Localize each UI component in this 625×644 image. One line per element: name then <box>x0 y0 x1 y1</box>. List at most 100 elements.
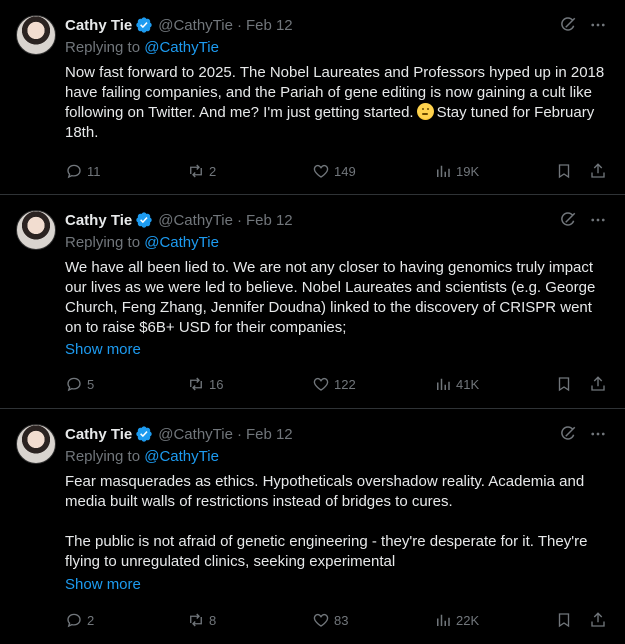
tweet-header: Cathy Tie @CathyTie · Feb 12 <box>65 424 293 444</box>
reply-button[interactable]: 5 <box>65 375 94 393</box>
more-options-icon[interactable] <box>589 211 607 229</box>
reply-button[interactable]: 2 <box>65 611 94 629</box>
share-button[interactable] <box>589 375 607 393</box>
avatar[interactable] <box>16 210 56 250</box>
tweet-top-actions <box>559 16 607 34</box>
tweet-top-actions <box>559 211 607 229</box>
reply-icon <box>67 377 81 392</box>
bookmark-button[interactable] <box>555 375 573 393</box>
share-button[interactable] <box>589 162 607 180</box>
separator: · <box>236 425 242 443</box>
heart-icon <box>313 377 329 391</box>
views-count: 19K <box>456 163 480 179</box>
grok-icon[interactable] <box>559 425 577 443</box>
more-options-icon[interactable] <box>589 425 607 443</box>
tweet[interactable]: Cathy Tie @CathyTie · Feb 12 Replying to… <box>0 195 625 409</box>
repost-icon <box>190 613 202 627</box>
tweet-actions: 11 2 149 19K <box>65 161 610 181</box>
repost-button[interactable]: 2 <box>187 162 216 180</box>
tweet[interactable]: Cathy Tie @CathyTie · Feb 12 Replying to… <box>0 0 625 195</box>
author-name[interactable]: Cathy Tie <box>65 17 132 34</box>
views-chart-icon <box>437 165 450 177</box>
reply-count: 11 <box>87 163 101 179</box>
reply-button[interactable]: 11 <box>65 162 101 180</box>
share-button[interactable] <box>589 611 607 629</box>
repost-count: 16 <box>209 376 224 392</box>
repost-count: 8 <box>209 612 217 628</box>
avatar[interactable] <box>16 424 56 464</box>
show-more-link[interactable]: Show more <box>65 576 141 593</box>
reply-count: 5 <box>87 376 95 392</box>
replying-to-link[interactable]: @CathyTie <box>144 448 219 465</box>
reply-count: 2 <box>87 612 95 628</box>
repost-icon <box>190 164 202 178</box>
replying-prefix: Replying to <box>65 234 145 251</box>
replying-prefix: Replying to <box>65 448 145 465</box>
tweet-feed: Cathy Tie @CathyTie · Feb 12 Replying to… <box>0 0 625 644</box>
grok-icon[interactable] <box>559 211 577 229</box>
show-more-link[interactable]: Show more <box>65 341 141 358</box>
replying-to: Replying to @CathyTie <box>65 448 219 465</box>
grok-icon[interactable] <box>559 16 577 34</box>
verified-badge-icon <box>136 17 152 33</box>
views-count: 41K <box>456 376 480 392</box>
repost-button[interactable]: 8 <box>187 611 216 629</box>
bookmark-button[interactable] <box>555 162 573 180</box>
replying-prefix: Replying to <box>65 39 145 56</box>
author-handle[interactable]: @CathyTie <box>158 17 233 34</box>
like-button[interactable]: 122 <box>312 375 356 393</box>
author-name[interactable]: Cathy Tie <box>65 426 132 443</box>
shushing-face-emoji-icon <box>416 103 434 120</box>
more-options-icon[interactable] <box>589 16 607 34</box>
tweet-text: Now fast forward to 2025. The Nobel Laur… <box>65 63 610 143</box>
avatar[interactable] <box>16 15 56 55</box>
tweet-date[interactable]: Feb 12 <box>246 17 293 34</box>
views-button[interactable]: 41K <box>434 375 479 393</box>
bookmark-icon <box>558 377 570 392</box>
author-name[interactable]: Cathy Tie <box>65 212 132 229</box>
author-handle[interactable]: @CathyTie <box>158 426 233 443</box>
views-button[interactable]: 22K <box>434 611 479 629</box>
like-button[interactable]: 149 <box>312 162 356 180</box>
replying-to-link[interactable]: @CathyTie <box>144 39 219 56</box>
views-button[interactable]: 19K <box>434 162 479 180</box>
tweet-actions: 5 16 122 41K <box>65 374 610 394</box>
tweet-text: We have all been lied to. We are not any… <box>65 259 596 336</box>
tweet-header: Cathy Tie @CathyTie · Feb 12 <box>65 210 293 230</box>
tweet-header: Cathy Tie @CathyTie · Feb 12 <box>65 15 293 35</box>
bookmark-button[interactable] <box>555 611 573 629</box>
share-icon <box>591 376 605 391</box>
like-button[interactable]: 83 <box>312 611 348 629</box>
separator: · <box>236 16 242 34</box>
tweet-date[interactable]: Feb 12 <box>246 212 293 229</box>
tweet-top-actions <box>559 425 607 443</box>
share-icon <box>591 612 605 627</box>
share-icon <box>591 163 605 178</box>
heart-icon <box>313 613 329 627</box>
heart-icon <box>313 164 329 178</box>
views-chart-icon <box>437 378 450 390</box>
replying-to: Replying to @CathyTie <box>65 234 219 251</box>
bookmark-icon <box>558 613 570 628</box>
author-handle[interactable]: @CathyTie <box>158 212 233 229</box>
tweet[interactable]: Cathy Tie @CathyTie · Feb 12 Replying to… <box>0 409 625 644</box>
like-count: 149 <box>334 163 356 179</box>
repost-count: 2 <box>209 163 217 179</box>
bookmark-icon <box>558 164 570 179</box>
tweet-date[interactable]: Feb 12 <box>246 426 293 443</box>
verified-badge-icon <box>136 212 152 228</box>
views-count: 22K <box>456 612 480 628</box>
reply-icon <box>67 164 81 179</box>
replying-to-link[interactable]: @CathyTie <box>144 234 219 251</box>
tweet-paragraph: Fear masquerades as ethics. Hypothetical… <box>65 473 585 510</box>
replying-to: Replying to @CathyTie <box>65 39 219 56</box>
verified-badge-icon <box>136 426 152 442</box>
like-count: 83 <box>334 612 349 628</box>
views-chart-icon <box>437 614 450 626</box>
like-count: 122 <box>334 376 356 392</box>
repost-button[interactable]: 16 <box>187 375 223 393</box>
tweet-text: Fear masquerades as ethics. Hypothetical… <box>65 472 610 572</box>
separator: · <box>236 211 242 229</box>
reply-icon <box>67 613 81 628</box>
